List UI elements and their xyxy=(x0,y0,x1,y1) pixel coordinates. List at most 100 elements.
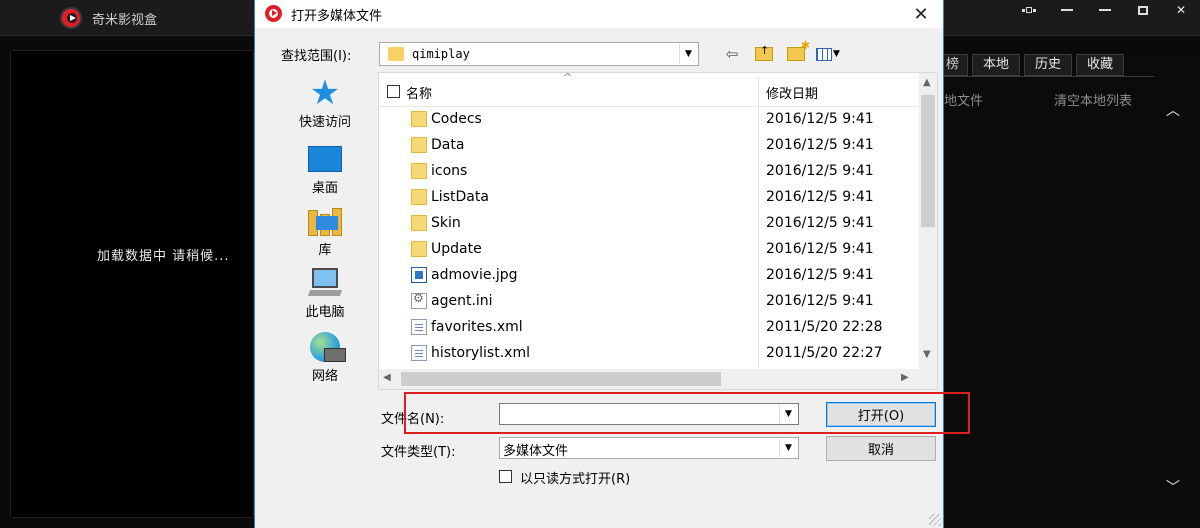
file-date: 2016/12/5 9:41 xyxy=(766,241,874,257)
place-label: 桌面 xyxy=(311,181,338,196)
app-close-button[interactable]: ✕ xyxy=(1162,0,1200,20)
place-network[interactable]: 网络 xyxy=(275,332,375,384)
star-icon: ★ xyxy=(309,73,341,113)
place-label: 快速访问 xyxy=(298,115,351,130)
image-file-icon xyxy=(411,267,427,283)
folder-icon xyxy=(411,111,427,127)
file-type-dropdown[interactable]: 多媒体文件 ▼ xyxy=(499,437,799,459)
file-date: 2016/12/5 9:41 xyxy=(766,163,874,179)
file-name: admovie.jpg xyxy=(431,267,518,283)
navigation-toolbar: ⇦ ▼ xyxy=(721,39,840,65)
file-date: 2016/12/5 9:41 xyxy=(766,111,874,127)
place-label: 库 xyxy=(318,243,332,258)
file-row[interactable]: favorites.xml 2011/5/20 22:28 xyxy=(379,314,919,340)
scroll-thumb[interactable] xyxy=(921,95,935,227)
file-name: Skin xyxy=(431,215,461,231)
tab-divider xyxy=(944,76,1154,77)
file-name: Update xyxy=(431,241,482,257)
readonly-checkbox[interactable] xyxy=(499,470,512,483)
file-row[interactable]: agent.ini 2016/12/5 9:41 xyxy=(379,288,919,314)
file-date: 2016/12/5 9:41 xyxy=(766,137,874,153)
tab-history[interactable]: 历史 xyxy=(1024,54,1073,76)
folder-icon xyxy=(411,215,427,231)
file-name: agent.ini xyxy=(431,293,493,309)
chevron-up-icon[interactable]: ▲ xyxy=(923,77,931,88)
place-label: 网络 xyxy=(311,369,338,384)
file-list-vertical-scrollbar[interactable]: ▲ ▼ xyxy=(919,73,937,369)
chevron-right-icon[interactable]: ▶ xyxy=(901,372,909,383)
resize-grip[interactable] xyxy=(929,514,941,526)
view-menu-icon[interactable]: ▼ xyxy=(816,43,840,65)
file-date: 2011/5/20 22:27 xyxy=(766,345,883,361)
tab-favorites[interactable]: 收藏 xyxy=(1076,54,1125,76)
tab-local[interactable]: 本地 xyxy=(972,54,1021,76)
column-header-date[interactable]: 修改日期 xyxy=(766,83,818,102)
dialog-close-button[interactable]: ✕ xyxy=(907,2,935,26)
look-in-value: qimiplay xyxy=(412,47,470,61)
new-folder-icon[interactable] xyxy=(785,39,810,65)
minimize-button[interactable] xyxy=(1086,0,1124,20)
place-libraries[interactable]: 库 xyxy=(275,206,375,258)
file-row[interactable]: ListData 2016/12/5 9:41 xyxy=(379,184,919,210)
scroll-thumb[interactable] xyxy=(401,372,721,386)
document-file-icon xyxy=(411,319,427,335)
column-header-name[interactable]: 名称 xyxy=(406,83,432,102)
file-row[interactable]: Update 2016/12/5 9:41 xyxy=(379,236,919,262)
file-date: 2016/12/5 9:41 xyxy=(766,189,874,205)
chevron-down-icon[interactable]: ▼ xyxy=(779,439,797,457)
dialog-app-icon xyxy=(265,5,282,22)
playlist-scroll-down-icon[interactable]: ﹀ xyxy=(1166,477,1180,497)
file-row[interactable]: Codecs 2016/12/5 9:41 xyxy=(379,106,919,132)
clear-local-list-link[interactable]: 清空本地列表 xyxy=(1054,90,1132,109)
tab-ranking[interactable]: 榜 xyxy=(944,54,969,76)
place-quick-access[interactable]: ★ 快速访问 xyxy=(275,73,375,130)
file-type-value: 多媒体文件 xyxy=(503,444,569,459)
chevron-down-icon[interactable]: ▼ xyxy=(679,44,697,64)
desktop-icon xyxy=(308,146,342,172)
folder-icon xyxy=(411,163,427,179)
playlist-scroll-up-icon[interactable]: ︿ xyxy=(1166,100,1180,120)
place-desktop[interactable]: 桌面 xyxy=(275,144,375,196)
app-logo-icon xyxy=(60,7,82,29)
file-row[interactable]: Data 2016/12/5 9:41 xyxy=(379,132,919,158)
place-this-pc[interactable]: 此电脑 xyxy=(275,268,375,320)
folder-icon xyxy=(411,137,427,153)
settings-file-icon xyxy=(411,291,427,309)
library-icon xyxy=(308,206,342,236)
look-in-label: 查找范围(I): xyxy=(281,49,352,64)
menu-button[interactable] xyxy=(1048,0,1086,20)
maximize-button[interactable] xyxy=(1124,0,1162,20)
readonly-label: 以只读方式打开(R) xyxy=(520,472,631,487)
file-row[interactable]: admovie.jpg 2016/12/5 9:41 xyxy=(379,262,919,288)
computer-icon xyxy=(307,268,343,298)
document-file-icon xyxy=(411,345,427,361)
file-row[interactable]: historylist.xml 2011/5/20 22:27 xyxy=(379,340,919,366)
file-date: 2011/5/20 22:28 xyxy=(766,319,883,335)
select-all-checkbox[interactable] xyxy=(387,85,400,98)
file-row[interactable]: Skin 2016/12/5 9:41 xyxy=(379,210,919,236)
file-name: favorites.xml xyxy=(431,319,523,335)
up-folder-icon[interactable] xyxy=(753,43,775,65)
file-list-horizontal-scrollbar[interactable]: ◀ ▶ xyxy=(379,369,937,389)
file-date: 2016/12/5 9:41 xyxy=(766,267,874,283)
file-date: 2016/12/5 9:41 xyxy=(766,215,874,231)
window-controls: ✕ xyxy=(1010,0,1200,20)
back-arrow-icon[interactable]: ⇦ xyxy=(721,43,743,65)
file-row[interactable]: icons 2016/12/5 9:41 xyxy=(379,158,919,184)
file-name: historylist.xml xyxy=(431,345,530,361)
open-file-dialog: 打开多媒体文件 ✕ 查找范围(I): qimiplay ▼ ⇦ ▼ ★ 快速访问… xyxy=(254,0,970,528)
chevron-left-icon[interactable]: ◀ xyxy=(383,372,391,383)
folder-icon xyxy=(388,47,404,61)
mini-mode-button[interactable] xyxy=(1010,0,1048,20)
chevron-down-icon[interactable]: ▼ xyxy=(923,349,931,360)
highlight-annotation xyxy=(404,392,970,434)
file-rows: Codecs 2016/12/5 9:41 Data 2016/12/5 9:41 ic… xyxy=(379,106,919,366)
folder-icon xyxy=(411,241,427,257)
add-local-file-link[interactable]: 地文件 xyxy=(944,90,983,109)
cancel-button[interactable]: 取消 xyxy=(826,436,936,461)
dialog-title: 打开多媒体文件 xyxy=(291,9,383,24)
sort-ascending-icon: ^ xyxy=(563,71,573,84)
loading-text: 加载数据中 请稍候... xyxy=(97,249,230,264)
video-area: 加载数据中 请稍候... xyxy=(10,50,254,518)
look-in-dropdown[interactable]: qimiplay ▼ xyxy=(379,42,699,66)
